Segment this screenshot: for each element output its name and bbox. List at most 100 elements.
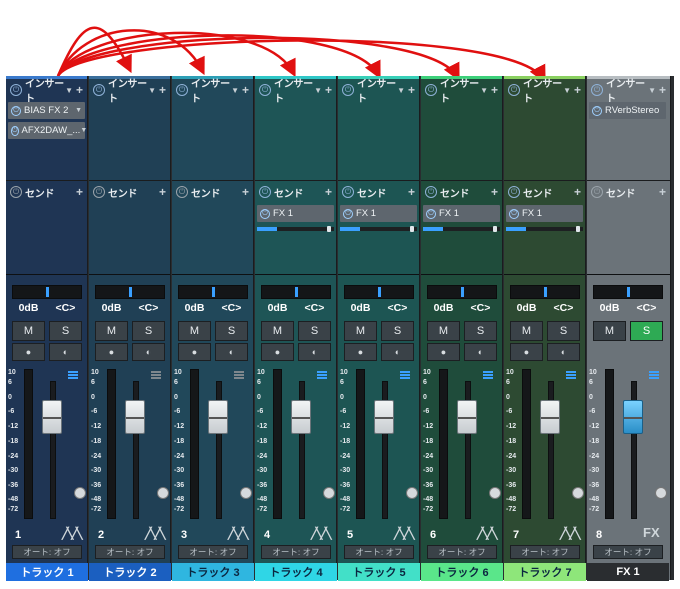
automation-button[interactable]: オート: オフ: [95, 545, 165, 559]
channel-name[interactable]: トラック 5: [338, 563, 420, 581]
power-icon[interactable]: ⏻: [93, 186, 105, 198]
monitor-icon[interactable]: ◐: [215, 343, 248, 361]
automation-button[interactable]: オート: オフ: [12, 545, 82, 559]
power-icon[interactable]: ⏻: [10, 186, 22, 198]
solo-button[interactable]: S: [132, 321, 165, 341]
record-icon[interactable]: ●: [12, 343, 45, 361]
monitor-icon[interactable]: ◐: [132, 343, 165, 361]
channel-name[interactable]: トラック 6: [421, 563, 503, 581]
channel-list-icon[interactable]: [566, 371, 576, 380]
power-icon[interactable]: ⏻: [592, 105, 602, 116]
channel-name[interactable]: トラック 1: [6, 563, 88, 581]
add-insert-button[interactable]: +: [242, 83, 249, 97]
power-icon[interactable]: ⏻: [342, 186, 354, 198]
send-level-slider[interactable]: [257, 226, 334, 232]
power-icon[interactable]: ⏻: [176, 84, 188, 96]
solo-button[interactable]: S: [298, 321, 331, 341]
pan-slider[interactable]: [510, 285, 580, 299]
dropdown-arrow-icon[interactable]: ▼: [148, 86, 156, 95]
power-icon[interactable]: ⏻: [509, 208, 519, 219]
send-pan-handle[interactable]: [576, 226, 580, 232]
volume-fader[interactable]: [291, 400, 311, 434]
channel-list-icon[interactable]: [317, 371, 327, 380]
volume-fader[interactable]: [540, 400, 560, 434]
pan-knob-icon[interactable]: [406, 487, 418, 499]
insert-slot[interactable]: ⏻ RVerbStereo: [589, 102, 666, 119]
power-icon[interactable]: ⏻: [10, 84, 22, 96]
channel-list-icon[interactable]: [151, 371, 161, 380]
dropdown-arrow-icon[interactable]: ▼: [231, 86, 239, 95]
power-icon[interactable]: ⏻: [425, 84, 437, 96]
record-icon[interactable]: ●: [261, 343, 294, 361]
volume-fader[interactable]: [374, 400, 394, 434]
add-send-button[interactable]: +: [408, 185, 415, 199]
add-send-button[interactable]: +: [574, 185, 581, 199]
volume-fader[interactable]: [208, 400, 228, 434]
dropdown-arrow-icon[interactable]: ▼: [314, 86, 322, 95]
pan-knob-icon[interactable]: [240, 487, 252, 499]
pan-slider[interactable]: [261, 285, 331, 299]
add-send-button[interactable]: +: [242, 185, 249, 199]
add-send-button[interactable]: +: [159, 185, 166, 199]
pan-slider[interactable]: [12, 285, 82, 299]
monitor-icon[interactable]: ◐: [547, 343, 580, 361]
power-icon[interactable]: ⏻: [176, 186, 188, 198]
record-icon[interactable]: ●: [344, 343, 377, 361]
mute-button[interactable]: M: [427, 321, 460, 341]
insert-slot[interactable]: ⏻ AFX2DAW_... ▼: [8, 122, 87, 139]
power-icon[interactable]: ⏻: [508, 186, 520, 198]
channel-name[interactable]: トラック 4: [255, 563, 337, 581]
pan-slider[interactable]: [593, 285, 663, 299]
volume-fader[interactable]: [623, 400, 643, 434]
solo-button[interactable]: S: [49, 321, 82, 341]
solo-button[interactable]: S: [464, 321, 497, 341]
pan-slider[interactable]: [344, 285, 414, 299]
mute-button[interactable]: M: [12, 321, 45, 341]
pan-knob-icon[interactable]: [572, 487, 584, 499]
power-icon[interactable]: ⏻: [259, 84, 271, 96]
add-insert-button[interactable]: +: [574, 83, 581, 97]
send-slot[interactable]: ⏻ FX 1: [423, 205, 500, 222]
pan-slider[interactable]: [178, 285, 248, 299]
add-insert-button[interactable]: +: [159, 83, 166, 97]
pan-slider[interactable]: [427, 285, 497, 299]
channel-name[interactable]: トラック 3: [172, 563, 254, 581]
automation-button[interactable]: オート: オフ: [427, 545, 497, 559]
add-send-button[interactable]: +: [659, 185, 666, 199]
automation-button[interactable]: オート: オフ: [344, 545, 414, 559]
mute-button[interactable]: M: [261, 321, 294, 341]
monitor-icon[interactable]: ◐: [49, 343, 82, 361]
insert-slot[interactable]: ⏻ BIAS FX 2 ▼: [8, 102, 85, 119]
power-icon[interactable]: ⏻: [11, 125, 19, 136]
solo-button[interactable]: S: [381, 321, 414, 341]
solo-button[interactable]: S: [215, 321, 248, 341]
send-pan-handle[interactable]: [327, 226, 331, 232]
automation-button[interactable]: オート: オフ: [261, 545, 331, 559]
power-icon[interactable]: ⏻: [426, 208, 436, 219]
channel-list-icon[interactable]: [400, 371, 410, 380]
pan-knob-icon[interactable]: [323, 487, 335, 499]
record-icon[interactable]: ●: [510, 343, 543, 361]
mute-button[interactable]: M: [95, 321, 128, 341]
mute-button[interactable]: M: [593, 321, 626, 341]
record-icon[interactable]: ●: [95, 343, 128, 361]
send-slot[interactable]: ⏻ FX 1: [340, 205, 417, 222]
monitor-icon[interactable]: ◐: [464, 343, 497, 361]
power-icon[interactable]: ⏻: [591, 186, 603, 198]
power-icon[interactable]: ⏻: [259, 186, 271, 198]
volume-fader[interactable]: [457, 400, 477, 434]
mute-button[interactable]: M: [178, 321, 211, 341]
power-icon[interactable]: ⏻: [93, 84, 105, 96]
add-insert-button[interactable]: +: [76, 83, 83, 97]
channel-list-icon[interactable]: [68, 371, 78, 380]
automation-button[interactable]: オート: オフ: [593, 545, 663, 559]
dropdown-arrow-icon[interactable]: ▼: [65, 86, 73, 95]
power-icon[interactable]: ⏻: [591, 84, 603, 96]
automation-button[interactable]: オート: オフ: [178, 545, 248, 559]
volume-fader[interactable]: [42, 400, 62, 434]
send-level-slider[interactable]: [423, 226, 500, 232]
monitor-icon[interactable]: ◐: [298, 343, 331, 361]
send-slot[interactable]: ⏻ FX 1: [257, 205, 334, 222]
dropdown-arrow-icon[interactable]: ▼: [75, 107, 82, 114]
dropdown-arrow-icon[interactable]: ▼: [648, 86, 656, 95]
